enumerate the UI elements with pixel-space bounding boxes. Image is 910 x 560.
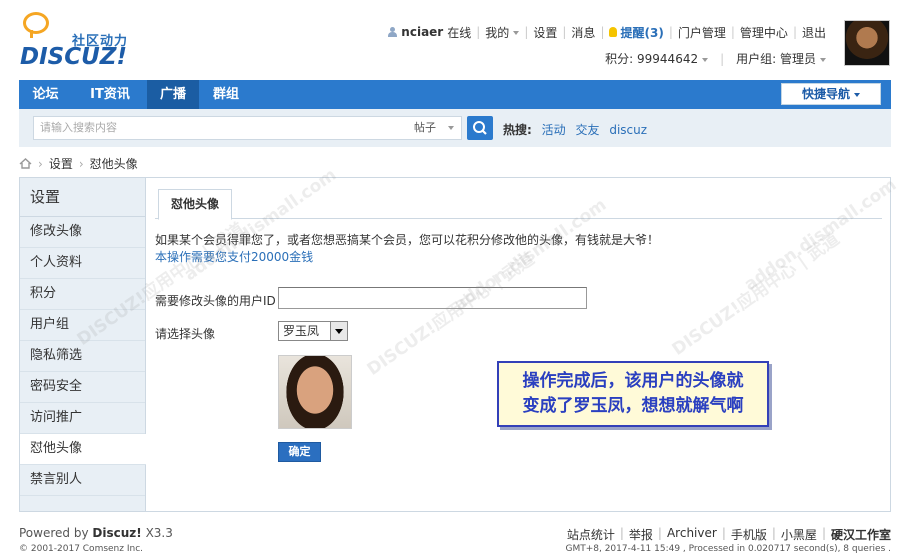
portal-manage-link[interactable]: 门户管理 (678, 24, 726, 41)
annotation-callout: 操作完成后，该用户的头像就 变成了罗玉凤，想想就解气啊 (497, 361, 769, 427)
avatar-select[interactable]: 罗玉凤 (278, 321, 348, 341)
points-menu[interactable]: 积分: 99944642 (605, 50, 709, 67)
bulb-icon (609, 27, 618, 37)
sidebar-item-password[interactable]: 密码安全 (20, 372, 145, 403)
search-icon (473, 121, 487, 135)
site-logo[interactable]: 社区动力 DISCUZ! (20, 10, 150, 72)
avatar-preview-image (278, 355, 352, 429)
footer-link-report[interactable]: 举报 (629, 526, 653, 543)
user-info-bar: 积分: 99944642 | 用户组: 管理员 (605, 50, 826, 67)
powered-by: Powered by Discuz! X3.3 (19, 526, 173, 540)
hot-keyword[interactable]: discuz (609, 123, 647, 137)
footer-stats: GMT+8, 2017-4-11 15:49 , Processed in 0.… (565, 544, 891, 554)
copyright: © 2001-2017 Comsenz Inc. (19, 544, 144, 554)
sidebar-item-edit-avatar[interactable]: 修改头像 (20, 217, 145, 248)
submit-button[interactable]: 确定 (278, 442, 321, 462)
main-nav: 论坛 IT资讯 广播 群组 快捷导航 (19, 80, 891, 109)
chevron-down-icon (820, 57, 826, 62)
logout-link[interactable]: 退出 (802, 24, 826, 41)
powered-brand-link[interactable]: Discuz! (92, 526, 141, 540)
hot-keyword[interactable]: 交友 (575, 123, 599, 137)
user-avatar[interactable] (844, 20, 890, 66)
sidebar-item-profile[interactable]: 个人资料 (20, 248, 145, 279)
home-icon[interactable] (19, 158, 32, 169)
footer-link-stats[interactable]: 站点统计 (567, 526, 615, 543)
footer-link-archiver[interactable]: Archiver (667, 526, 717, 543)
avatar-select-label: 请选择头像 (155, 327, 216, 341)
usergroup-menu[interactable]: 用户组: 管理员 (736, 50, 826, 67)
breadcrumb-current: 怼他头像 (89, 157, 138, 171)
chevron-down-icon (854, 92, 860, 97)
nav-item-forum[interactable]: 论坛 (19, 80, 72, 109)
sidebar-item-change-avatar[interactable]: 怼他头像 (20, 434, 146, 465)
settings-link[interactable]: 设置 (533, 24, 557, 41)
avatar-select-value: 罗玉凤 (283, 324, 320, 338)
username-link[interactable]: nciaer (401, 25, 443, 39)
footer-link-mobile[interactable]: 手机版 (731, 526, 767, 543)
quick-nav-button[interactable]: 快捷导航 (781, 83, 881, 105)
footer-links: 站点统计 | 举报 | Archiver | 手机版 | 小黑屋 | 硬汉工作室 (566, 526, 891, 543)
chevron-down-icon (702, 57, 709, 62)
my-menu[interactable]: 我的 (485, 24, 520, 41)
hot-search-label: 热搜: (503, 123, 532, 137)
search-bar: 请输入搜索内容 帖子 热搜: 活动 交友 discuz (19, 109, 891, 147)
tab-change-avatar[interactable]: 怼他头像 (158, 189, 233, 220)
search-input[interactable]: 请输入搜索内容 (33, 116, 425, 140)
search-button[interactable] (467, 116, 493, 140)
uid-label: 需要修改头像的用户ID (155, 294, 276, 308)
user-icon (387, 27, 398, 37)
nav-item-groups[interactable]: 群组 (203, 80, 249, 109)
breadcrumb-settings[interactable]: 设置 (49, 155, 73, 172)
sidebar-item-promotion[interactable]: 访问推广 (20, 403, 145, 434)
logo-brand: DISCUZ! (20, 44, 127, 70)
callout-line: 变成了罗玉凤，想想就解气啊 (522, 396, 744, 416)
callout-line: 操作完成后，该用户的头像就 (522, 371, 744, 391)
hot-search: 热搜: 活动 交友 discuz (503, 121, 647, 138)
breadcrumb: › 设置 › 怼他头像 (19, 155, 138, 172)
version: X3.3 (145, 526, 173, 540)
uid-input[interactable] (278, 287, 587, 309)
sidebar-title: 设置 (20, 178, 145, 217)
footer-studio-link[interactable]: 硬汉工作室 (831, 526, 891, 543)
nav-item-it-news[interactable]: IT资讯 (77, 80, 143, 109)
nav-item-broadcast[interactable]: 广播 (147, 80, 199, 109)
chevron-down-icon (513, 31, 520, 35)
online-status: 在线 (447, 25, 472, 40)
user-toolbar: nciaer 在线 | 我的 | 设置 | 消息 | 提醒(3) | 门户管理 … (387, 24, 826, 40)
settings-panel: 设置 修改头像 个人资料 积分 用户组 隐私筛选 密码安全 访问推广 怼他头像 … (19, 177, 891, 512)
search-type-select[interactable]: 帖子 (406, 116, 462, 140)
remind-link[interactable]: 提醒(3) (620, 24, 663, 41)
hot-keyword[interactable]: 活动 (542, 123, 566, 137)
chevron-down-icon (448, 126, 454, 130)
footer-link-blackroom[interactable]: 小黑屋 (781, 526, 817, 543)
sidebar-item-ban-user[interactable]: 禁言别人 (20, 465, 145, 496)
dropdown-arrow-icon[interactable] (330, 322, 347, 340)
messages-link[interactable]: 消息 (571, 24, 595, 41)
admin-center-link[interactable]: 管理中心 (740, 24, 788, 41)
